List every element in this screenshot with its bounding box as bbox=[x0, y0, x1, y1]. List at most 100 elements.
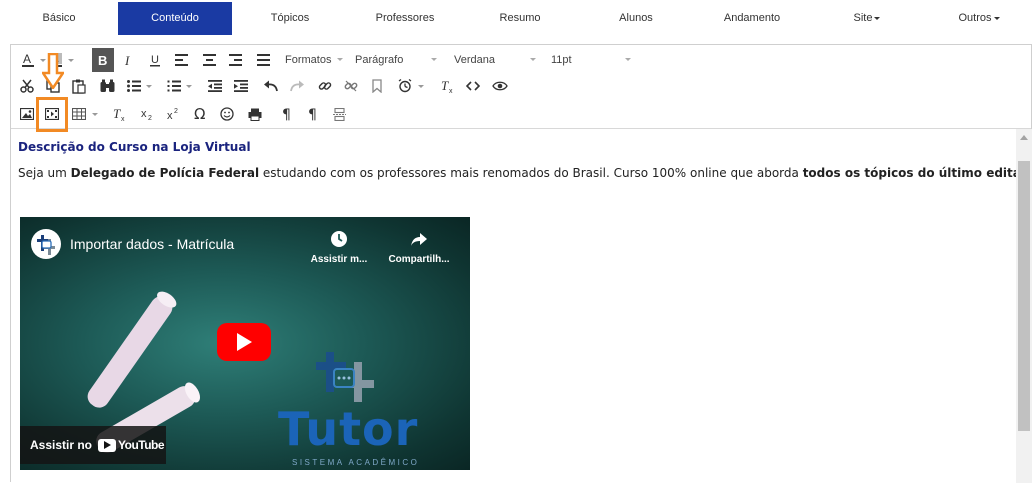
smiley-icon bbox=[220, 107, 234, 121]
source-code-button[interactable] bbox=[463, 75, 483, 97]
tab-outros[interactable]: Outros bbox=[924, 2, 1034, 35]
font-family-dropdown[interactable]: Verdana bbox=[454, 49, 536, 71]
ltr-button[interactable]: ¶ bbox=[277, 103, 297, 125]
remove-link-button[interactable] bbox=[341, 75, 361, 97]
play-button[interactable] bbox=[217, 323, 271, 361]
content-heading: Descrição do Curso na Loja Virtual bbox=[18, 140, 251, 154]
tab-site[interactable]: Site bbox=[810, 2, 924, 35]
image-icon bbox=[20, 108, 34, 120]
caret-down-icon bbox=[145, 84, 152, 88]
watch-on-youtube-button[interactable]: Assistir no YouTube bbox=[20, 426, 166, 464]
tab-resumo[interactable]: Resumo bbox=[462, 2, 578, 35]
formats-dropdown[interactable]: Formatos bbox=[285, 49, 343, 71]
page-break-icon bbox=[332, 107, 346, 121]
bullet-list-button[interactable] bbox=[125, 75, 143, 97]
font-size-dropdown[interactable]: 11pt bbox=[551, 49, 631, 71]
print-button[interactable] bbox=[245, 103, 265, 125]
bold-button[interactable]: B bbox=[92, 48, 114, 72]
redo-icon bbox=[290, 80, 304, 92]
bg-color-dropdown[interactable] bbox=[65, 49, 74, 71]
outdent-button[interactable] bbox=[205, 75, 225, 97]
indent-button[interactable] bbox=[231, 75, 251, 97]
omega-icon: Ω bbox=[194, 107, 205, 121]
emoticons-button[interactable] bbox=[217, 103, 237, 125]
align-left-button[interactable] bbox=[171, 49, 191, 71]
indent-icon bbox=[234, 80, 248, 92]
rtl-button[interactable]: ¶ bbox=[303, 103, 323, 125]
watch-later-button[interactable]: Assistir m... bbox=[304, 229, 374, 265]
text-color-icon: A bbox=[22, 52, 34, 67]
tab-label: Professores bbox=[375, 12, 435, 24]
caret-down-icon bbox=[337, 58, 343, 61]
superscript-button[interactable]: x2 bbox=[163, 103, 183, 125]
bullet-list-dropdown[interactable] bbox=[143, 75, 152, 97]
italic-icon: I bbox=[124, 53, 130, 67]
course-tabs: Básico Conteúdo Tópicos Professores Resu… bbox=[0, 0, 1034, 38]
redo-button[interactable] bbox=[287, 75, 307, 97]
align-right-button[interactable] bbox=[225, 49, 245, 71]
svg-text:I: I bbox=[124, 53, 130, 67]
find-replace-button[interactable] bbox=[97, 75, 117, 97]
tab-basico[interactable]: Básico bbox=[0, 2, 118, 35]
align-left-icon bbox=[174, 54, 188, 66]
anchor-button[interactable] bbox=[367, 75, 387, 97]
watch-on-label: Assistir no bbox=[30, 438, 93, 452]
brand-subtitle: SISTEMA ACADÊMICO bbox=[292, 458, 420, 467]
subscript-icon: x2 bbox=[141, 108, 152, 121]
numbered-list-button[interactable] bbox=[165, 75, 183, 97]
tab-alunos[interactable]: Alunos bbox=[578, 2, 694, 35]
numbered-list-dropdown[interactable] bbox=[183, 75, 192, 97]
insert-link-button[interactable] bbox=[315, 75, 335, 97]
align-right-icon bbox=[228, 54, 242, 66]
video-title[interactable]: Importar dados - Matrícula bbox=[70, 236, 234, 252]
underline-button[interactable]: U bbox=[145, 49, 165, 71]
table-dropdown[interactable] bbox=[89, 103, 98, 125]
watch-later-label: Assistir m... bbox=[310, 254, 368, 265]
preview-button[interactable] bbox=[489, 75, 511, 97]
text-color-button[interactable]: A bbox=[19, 49, 37, 71]
table-button[interactable] bbox=[69, 103, 89, 125]
tab-topicos[interactable]: Tópicos bbox=[232, 2, 348, 35]
tab-label: Site bbox=[853, 12, 873, 24]
bullet-list-icon bbox=[127, 80, 141, 92]
tab-professores[interactable]: Professores bbox=[348, 2, 462, 35]
insert-image-button[interactable] bbox=[17, 103, 37, 125]
tab-andamento[interactable]: Andamento bbox=[694, 2, 810, 35]
remove-format-button[interactable]: Tx bbox=[109, 103, 129, 125]
paragraph-bold-text: todos os tópicos do último edital bbox=[802, 166, 1025, 180]
editor-content[interactable]: Descrição do Curso na Loja Virtual Seja … bbox=[11, 129, 1029, 483]
tab-label: Básico bbox=[42, 12, 76, 24]
clear-format-icon: Tx bbox=[441, 79, 453, 93]
scroll-up-icon[interactable] bbox=[1020, 135, 1028, 140]
paragraph-text: estudando com os professores mais renoma… bbox=[259, 166, 803, 180]
block-format-dropdown[interactable]: Parágrafo bbox=[355, 49, 437, 71]
align-justify-button[interactable] bbox=[253, 49, 273, 71]
pilcrow-icon: ¶ bbox=[308, 107, 317, 121]
subscript-button[interactable]: x2 bbox=[137, 103, 157, 125]
embedded-video[interactable]: Tutor SISTEMA ACADÊMICO Importar dados -… bbox=[20, 217, 470, 470]
caret-down-icon bbox=[625, 58, 631, 61]
tab-label: Conteúdo bbox=[151, 12, 199, 24]
clear-formatting-button[interactable]: Tx bbox=[437, 75, 457, 97]
align-center-button[interactable] bbox=[199, 49, 219, 71]
eye-icon bbox=[492, 81, 508, 91]
datetime-dropdown[interactable] bbox=[415, 75, 424, 97]
cut-button[interactable] bbox=[17, 75, 37, 97]
paste-button[interactable] bbox=[69, 75, 89, 97]
svg-text:¶: ¶ bbox=[308, 107, 317, 121]
undo-button[interactable] bbox=[261, 75, 281, 97]
channel-avatar[interactable] bbox=[31, 229, 61, 259]
youtube-play-icon bbox=[98, 438, 117, 452]
share-button[interactable]: Compartilh... bbox=[384, 229, 454, 265]
special-char-button[interactable]: Ω bbox=[191, 103, 211, 125]
paragraph-text: Seja um bbox=[18, 166, 71, 180]
scrollbar-thumb[interactable] bbox=[1018, 161, 1030, 431]
superscript-icon: x2 bbox=[167, 108, 178, 121]
content-scrollbar[interactable] bbox=[1016, 129, 1032, 483]
page-break-button[interactable] bbox=[329, 103, 349, 125]
insert-datetime-button[interactable] bbox=[395, 75, 415, 97]
tab-conteudo[interactable]: Conteúdo bbox=[118, 2, 232, 35]
tab-label: Andamento bbox=[723, 12, 781, 24]
formats-label: Formatos bbox=[285, 54, 332, 66]
italic-button[interactable]: I bbox=[119, 49, 139, 71]
